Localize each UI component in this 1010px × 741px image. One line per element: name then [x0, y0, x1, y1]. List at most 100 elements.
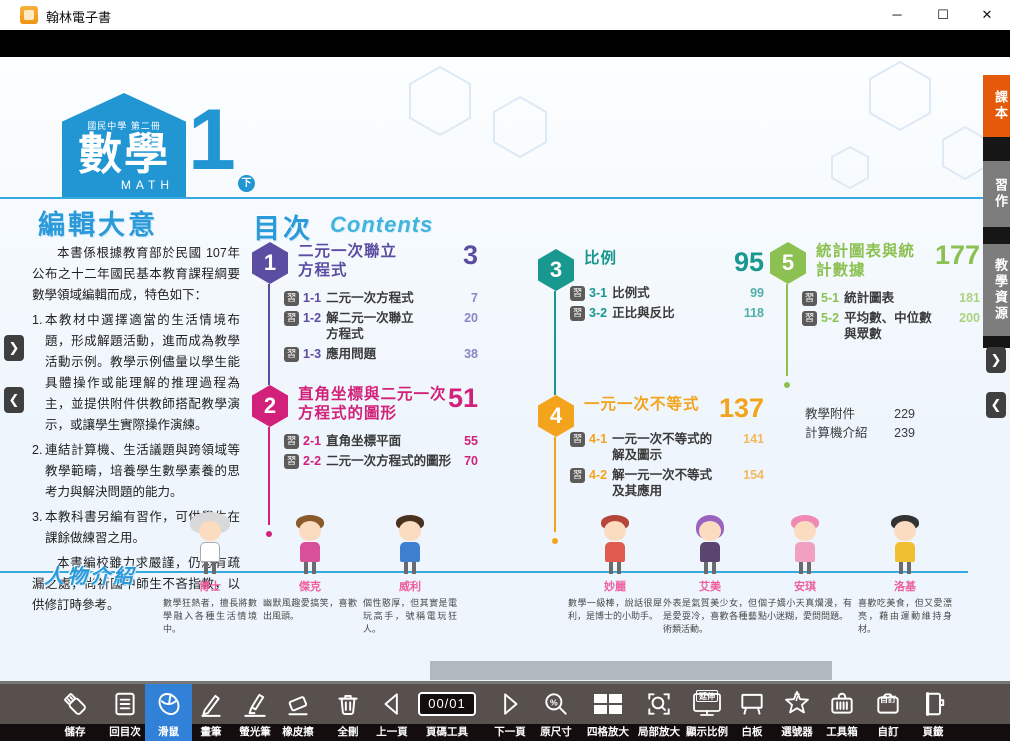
- close-button[interactable]: ✕: [972, 4, 1002, 26]
- whiteboard-button[interactable]: 白板: [729, 684, 775, 741]
- toc-chapter-1[interactable]: 1 二元一次聯立方程式 3 習 1-1 二元一次方程式 7 習 1-2 解二元一…: [252, 242, 478, 366]
- page-tab-button[interactable]: 頁籤: [910, 684, 956, 741]
- bottom-toolbar: 儲存 回目次 滑鼠: [0, 684, 1010, 741]
- character-card: 博士 數學狂熱者，擅長將數學融入各種生活情境中。: [163, 512, 257, 636]
- trash-icon: [334, 684, 362, 724]
- chapter-page: 177: [935, 242, 980, 280]
- toc-chapter-5[interactable]: 5 統計圖表與統計數據 177 習 5-1 統計圖表 181 習 5-2 平均數…: [770, 242, 980, 346]
- save-icon: [61, 684, 89, 724]
- app-icon: [20, 6, 38, 24]
- left-panel-back-arrow[interactable]: ❮: [4, 387, 24, 413]
- character-illustration: [687, 512, 733, 576]
- left-panel-forward-arrow[interactable]: ❯: [4, 335, 24, 361]
- quad-zoom-button[interactable]: 四格放大: [585, 684, 631, 741]
- toc-item[interactable]: 習 1-1 二元一次方程式 7: [284, 290, 478, 306]
- number-picker-button[interactable]: 7 選號器: [774, 684, 820, 741]
- chapter-page: 95: [734, 249, 764, 275]
- toc-item[interactable]: 習 5-2 平均數、中位數與眾數 200: [802, 310, 980, 342]
- toolbox-icon: [828, 684, 856, 724]
- next-page-icon: [496, 684, 524, 724]
- original-size-button[interactable]: % 原尺寸: [533, 684, 579, 741]
- hexagon-pattern-decoration: [380, 57, 1000, 217]
- right-panel-forward-arrow[interactable]: ❯: [986, 347, 1006, 373]
- partial-zoom-icon: [645, 684, 673, 724]
- eraser-tool-button[interactable]: 橡皮擦: [275, 684, 321, 741]
- character-illustration: [287, 512, 333, 576]
- exercise-badge: 習: [284, 434, 299, 449]
- character-card: 威利 個性憨厚，但其實是電玩高手，號稱電玩狂人。: [363, 512, 457, 636]
- title-bar: 翰林電子書 ─ ☐ ✕: [0, 0, 1010, 30]
- eraser-icon: [284, 684, 312, 724]
- toc-item[interactable]: 習 3-1 比例式 99: [570, 285, 764, 301]
- tab-workbook[interactable]: 習作: [983, 161, 1010, 227]
- chapter-title[interactable]: 二元一次聯立方程式: [298, 242, 403, 280]
- maximize-button[interactable]: ☐: [928, 4, 958, 26]
- chapter-title[interactable]: 直角坐標與二元一次方程式的圖形: [298, 385, 448, 423]
- chapter-title[interactable]: 一元一次不等式: [584, 395, 700, 421]
- toc-item[interactable]: 習 5-1 統計圖表 181: [802, 290, 980, 306]
- character-illustration: [387, 512, 433, 576]
- toc-item[interactable]: 習 2-1 直角坐標平面 55: [284, 433, 478, 449]
- timeline-dot: [784, 382, 790, 388]
- chapter-title[interactable]: 統計圖表與統計數據: [816, 242, 921, 280]
- chapter-timeline: [268, 427, 270, 525]
- chapter-timeline: [554, 437, 556, 532]
- next-page-button[interactable]: 下一頁: [487, 684, 533, 741]
- right-panel-back-arrow[interactable]: ❮: [986, 392, 1006, 418]
- tab-textbook[interactable]: 課本: [983, 75, 1010, 137]
- side-tab-strip: 課本 習作 教學資源: [983, 75, 1010, 348]
- svg-text:%: %: [550, 698, 558, 708]
- toc-item[interactable]: 習 3-2 正比與反比 118: [570, 305, 764, 321]
- page-indicator[interactable]: 00/01: [418, 692, 476, 716]
- toc-item[interactable]: 習 1-3 應用問題 38: [284, 346, 478, 362]
- mouse-tool-button[interactable]: 滑鼠: [145, 684, 192, 741]
- toc-item[interactable]: 習 1-2 解二元一次聯立方程式 20: [284, 310, 478, 342]
- tab-teaching-resources[interactable]: 教學資源: [983, 244, 1010, 336]
- character-card: 安琪 個子嬌小天真爛漫，有點小迷糊，愛問問題。: [758, 512, 852, 623]
- exercise-badge: 習: [570, 306, 585, 321]
- delete-all-button[interactable]: 全刪: [325, 684, 371, 741]
- book-logo: 國民中學 第二冊 數學 MATH: [62, 93, 186, 199]
- number-picker-star-icon: 7: [782, 684, 812, 724]
- custom-briefcase-icon: 自訂: [874, 684, 902, 724]
- character-name: 洛基: [858, 578, 952, 594]
- whiteboard-icon: [738, 684, 766, 724]
- minimize-button[interactable]: ─: [882, 4, 912, 26]
- chapter-number-hexagon: 4: [538, 395, 574, 437]
- toc-item[interactable]: 習 2-2 二元一次方程式的圖形 70: [284, 453, 478, 469]
- edit-section-heading: 編輯大意: [38, 203, 158, 242]
- character-description: 數學狂熱者，擅長將數學融入各種生活情境中。: [163, 597, 257, 636]
- horizontal-scrollbar-thumb[interactable]: [430, 661, 832, 680]
- pen-icon: [197, 684, 225, 724]
- display-ratio-button[interactable]: 延伸 顯示比例: [684, 684, 730, 741]
- character-description: 個性憨厚，但其實是電玩高手，號稱電玩狂人。: [363, 597, 457, 636]
- list-number: 2.: [32, 440, 42, 461]
- save-button[interactable]: 儲存: [52, 684, 98, 741]
- partial-zoom-button[interactable]: 局部放大: [636, 684, 682, 741]
- character-name: 傑克: [263, 578, 357, 594]
- toc-chapter-4[interactable]: 4 一元一次不等式 137 習 4-1 一元一次不等式的解及圖示 141 習 4…: [538, 395, 764, 503]
- pen-tool-button[interactable]: 畫筆: [188, 684, 234, 741]
- logo-subject: 數學: [62, 132, 186, 178]
- toc-item[interactable]: 習 4-1 一元一次不等式的解及圖示 141: [570, 431, 764, 463]
- page-content: 國民中學 第二冊 數學 MATH 1 下 編輯大意 本書係根據教育部於民國 10…: [0, 57, 1010, 684]
- exercise-badge: 習: [802, 311, 817, 326]
- chapter-number-hexagon: 2: [252, 385, 288, 427]
- toc-chapter-3[interactable]: 3 比例 95 習 3-1 比例式 99 習 3-2 正比與反比 118: [538, 249, 764, 325]
- toc-item[interactable]: 習 4-2 解一元一次不等式及其應用 154: [570, 467, 764, 499]
- previous-page-button[interactable]: 上一頁: [369, 684, 415, 741]
- appendix-row[interactable]: 教學附件 229: [805, 405, 915, 424]
- chapter-number-hexagon: 1: [252, 242, 288, 284]
- page-number-tool[interactable]: 00/01 頁碼工具: [417, 684, 477, 741]
- character-illustration: [592, 512, 638, 576]
- toolbox-button[interactable]: 工具箱: [819, 684, 865, 741]
- highlighter-tool-button[interactable]: 螢光筆: [232, 684, 278, 741]
- character-description: 個子嬌小天真爛漫，有點小迷糊，愛問問題。: [758, 597, 852, 623]
- back-to-toc-button[interactable]: 回目次: [102, 684, 148, 741]
- character-name: 艾美: [663, 578, 757, 594]
- chapter-title[interactable]: 比例: [584, 249, 617, 275]
- toc-chapter-2[interactable]: 2 直角坐標與二元一次方程式的圖形 51 習 2-1 直角坐標平面 55 習 2…: [252, 385, 478, 473]
- custom-button[interactable]: 自訂 自訂: [865, 684, 911, 741]
- appendix-row[interactable]: 計算機介紹 239: [805, 424, 915, 443]
- characters-heading: 人物介紹: [44, 560, 136, 589]
